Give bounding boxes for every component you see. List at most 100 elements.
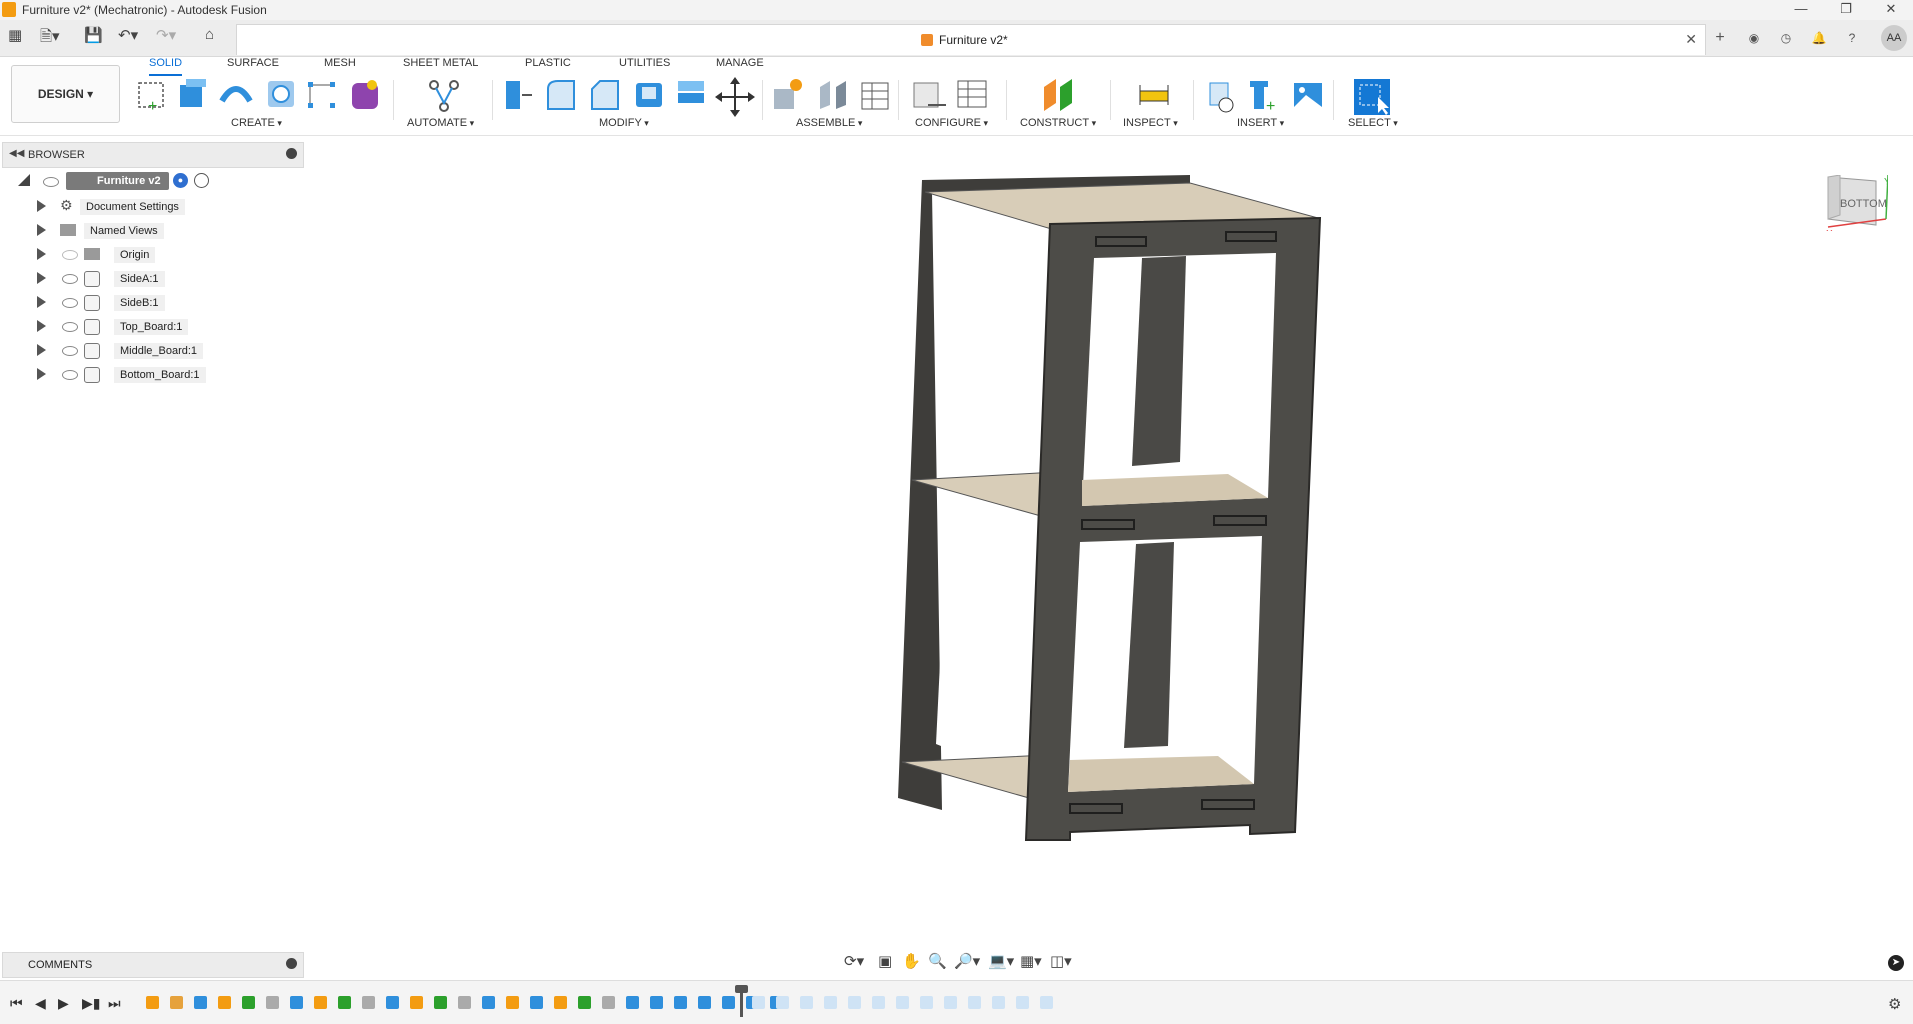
joint-icon[interactable] bbox=[820, 81, 846, 109]
timeline-feature-icon[interactable] bbox=[650, 996, 663, 1009]
combine-icon[interactable] bbox=[678, 81, 704, 103]
expand-triangle-icon[interactable] bbox=[37, 248, 46, 260]
document-tab[interactable]: Furniture v2* ✕ bbox=[236, 24, 1706, 55]
grid-settings-icon[interactable]: ▦▾ bbox=[1020, 952, 1042, 970]
close-tab-icon[interactable]: ✕ bbox=[1685, 31, 1697, 48]
timeline-feature-icon[interactable] bbox=[722, 996, 735, 1009]
timeline-feature-icon[interactable] bbox=[290, 996, 303, 1009]
add-comment-icon[interactable] bbox=[286, 958, 297, 969]
visibility-eye-icon[interactable] bbox=[43, 177, 59, 187]
browser-item-middle-board[interactable]: Middle_Board:1 bbox=[0, 340, 310, 362]
zoom-icon[interactable]: 🔍 bbox=[928, 952, 947, 970]
browser-item-named-views[interactable]: Named Views bbox=[0, 220, 310, 242]
measure-icon[interactable] bbox=[1139, 85, 1169, 105]
bill-of-materials-icon[interactable] bbox=[861, 82, 889, 110]
user-avatar[interactable]: AA bbox=[1881, 25, 1907, 51]
timeline-suppressed-feature-icon[interactable] bbox=[848, 996, 861, 1009]
minimize-icon[interactable]: — bbox=[1782, 0, 1820, 20]
display-settings-icon[interactable]: 💻▾ bbox=[988, 952, 1014, 970]
pattern-icon[interactable] bbox=[308, 82, 335, 108]
configure-icon[interactable] bbox=[913, 82, 946, 108]
timeline-suppressed-feature-icon[interactable] bbox=[896, 996, 909, 1009]
construct-plane-icon[interactable] bbox=[1044, 79, 1072, 111]
tab-plastic[interactable]: PLASTIC bbox=[525, 57, 571, 74]
close-window-icon[interactable]: ✕ bbox=[1872, 0, 1910, 20]
extensions-icon[interactable]: ◉ bbox=[1744, 28, 1764, 48]
timeline-suppressed-feature-icon[interactable] bbox=[1016, 996, 1029, 1009]
browser-options-icon[interactable] bbox=[286, 148, 297, 159]
activate-radio-icon[interactable] bbox=[194, 173, 209, 188]
timeline-feature-icon[interactable] bbox=[530, 996, 543, 1009]
insert-mcmaster-icon[interactable]: + bbox=[1250, 81, 1275, 115]
fit-icon[interactable]: 🔎▾ bbox=[954, 952, 980, 970]
model-viewport[interactable] bbox=[880, 170, 1340, 850]
browser-item-sideb[interactable]: SideB:1 bbox=[0, 292, 310, 314]
visibility-eye-icon[interactable] bbox=[62, 346, 78, 356]
timeline-feature-icon[interactable] bbox=[554, 996, 567, 1009]
save-icon[interactable]: 💾 bbox=[84, 26, 103, 44]
move-icon[interactable] bbox=[715, 77, 755, 117]
visibility-eye-icon[interactable] bbox=[62, 370, 78, 380]
timeline-suppressed-feature-icon[interactable] bbox=[872, 996, 885, 1009]
form-icon[interactable] bbox=[352, 80, 378, 109]
browser-item-bottom-board[interactable]: Bottom_Board:1 bbox=[0, 364, 310, 386]
notifications-icon[interactable]: 🔔 bbox=[1809, 28, 1829, 48]
timeline-marker[interactable] bbox=[740, 989, 743, 1017]
timeline-feature-icon[interactable] bbox=[386, 996, 399, 1009]
restore-icon[interactable]: ❐ bbox=[1827, 0, 1865, 20]
timeline-feature-icon[interactable] bbox=[434, 996, 447, 1009]
tab-utilities[interactable]: UTILITIES bbox=[619, 57, 670, 74]
home-icon[interactable]: ⌂ bbox=[205, 26, 214, 43]
automate-icon[interactable] bbox=[429, 80, 459, 112]
browser-root-row[interactable]: Furniture v2 ● bbox=[0, 171, 310, 193]
timeline-feature-icon[interactable] bbox=[578, 996, 591, 1009]
tab-surface[interactable]: SURFACE bbox=[227, 57, 279, 74]
tab-mesh[interactable]: MESH bbox=[324, 57, 356, 74]
create-sketch-icon[interactable]: + bbox=[138, 82, 164, 115]
select-icon[interactable] bbox=[1354, 79, 1390, 115]
chamfer-icon[interactable] bbox=[591, 80, 619, 110]
hidden-eye-icon[interactable] bbox=[62, 250, 78, 260]
timeline-feature-icon[interactable] bbox=[674, 996, 687, 1009]
redo-icon[interactable]: ↷▾ bbox=[156, 26, 176, 44]
configuration-table-icon[interactable] bbox=[957, 80, 987, 108]
visibility-eye-icon[interactable] bbox=[62, 322, 78, 332]
visibility-eye-icon[interactable] bbox=[62, 274, 78, 284]
app-grid-icon[interactable]: ▦ bbox=[8, 26, 22, 44]
tab-solid[interactable]: SOLID bbox=[149, 57, 183, 76]
timeline-feature-icon[interactable] bbox=[266, 996, 279, 1009]
expand-triangle-icon[interactable] bbox=[37, 344, 46, 356]
timeline-feature-icon[interactable] bbox=[482, 996, 495, 1009]
timeline-feature-icon[interactable] bbox=[626, 996, 639, 1009]
timeline-suppressed-feature-icon[interactable] bbox=[944, 996, 957, 1009]
timeline-marker-handle[interactable] bbox=[735, 985, 748, 993]
help-icon[interactable]: ? bbox=[1842, 28, 1862, 48]
timeline-settings-icon[interactable]: ⚙ bbox=[1888, 995, 1901, 1013]
viewports-icon[interactable]: ◫▾ bbox=[1050, 952, 1072, 970]
timeline-feature-icon[interactable] bbox=[338, 996, 351, 1009]
expand-triangle-icon[interactable] bbox=[37, 272, 46, 284]
timeline-suppressed-feature-icon[interactable] bbox=[968, 996, 981, 1009]
timeline-feature-icon[interactable] bbox=[506, 996, 519, 1009]
new-component-icon[interactable] bbox=[774, 79, 802, 109]
text-commands-icon[interactable]: ➤ bbox=[1888, 955, 1904, 971]
timeline-feature-icon[interactable] bbox=[218, 996, 231, 1009]
active-component-icon[interactable]: ● bbox=[173, 173, 188, 188]
browser-item-top-board[interactable]: Top_Board:1 bbox=[0, 316, 310, 338]
timeline-feature-icon[interactable] bbox=[194, 996, 207, 1009]
browser-item-document-settings[interactable]: ⚙ Document Settings bbox=[0, 196, 310, 218]
timeline-suppressed-feature-icon[interactable] bbox=[992, 996, 1005, 1009]
expand-root-icon[interactable] bbox=[18, 174, 30, 186]
new-tab-icon[interactable]: + bbox=[1710, 28, 1730, 48]
expand-triangle-icon[interactable] bbox=[37, 320, 46, 332]
browser-panel-header[interactable]: ◀◀ BROWSER bbox=[2, 142, 304, 168]
timeline-feature-icon[interactable] bbox=[458, 996, 471, 1009]
extrude-icon[interactable] bbox=[180, 79, 206, 107]
fillet-icon[interactable] bbox=[547, 80, 575, 110]
insert-derive-icon[interactable] bbox=[1209, 82, 1234, 113]
timeline-suppressed-feature-icon[interactable] bbox=[776, 996, 789, 1009]
visibility-eye-icon[interactable] bbox=[62, 298, 78, 308]
press-pull-icon[interactable] bbox=[506, 81, 532, 109]
timeline-feature-icon[interactable] bbox=[362, 996, 375, 1009]
shell-icon[interactable] bbox=[636, 83, 662, 107]
